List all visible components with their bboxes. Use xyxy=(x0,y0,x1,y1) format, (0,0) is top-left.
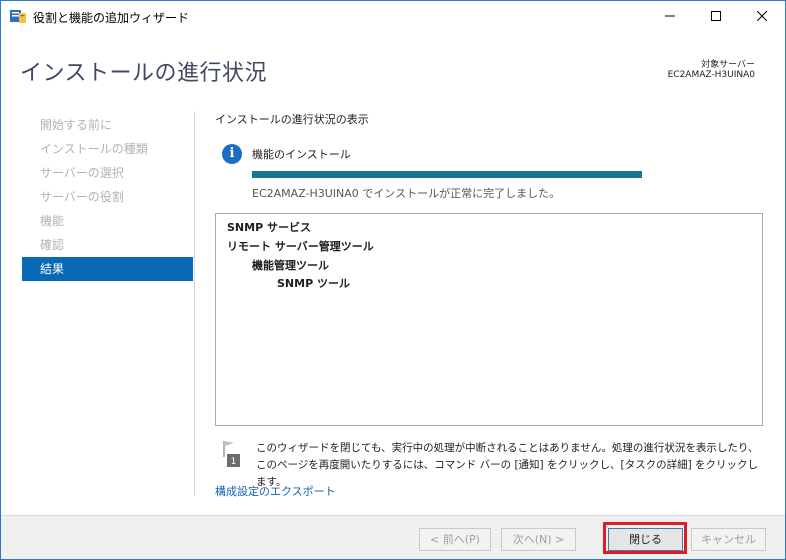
install-status-text: EC2AMAZ-H3UINA0 でインストールが正常に完了しました。 xyxy=(252,187,561,200)
close-window-button[interactable] xyxy=(739,1,785,31)
info-icon: i xyxy=(222,144,242,164)
wizard-header: インストールの進行状況 対象サーバー EC2AMAZ-H3UINA0 xyxy=(1,31,785,96)
nav-divider xyxy=(194,111,195,496)
minimize-button[interactable] xyxy=(647,1,693,31)
progress-bar xyxy=(252,171,642,178)
nav-item-installation-type[interactable]: インストールの種類 xyxy=(22,137,193,161)
minimize-icon xyxy=(665,15,675,17)
maximize-icon xyxy=(711,11,721,21)
nav-item-results[interactable]: 結果 xyxy=(22,257,193,281)
wizard-window: 役割と機能の追加ウィザード インストールの進行状況 対象サーバー EC2AMAZ… xyxy=(0,0,786,560)
results-list[interactable]: SNMP サービス リモート サーバー管理ツール 機能管理ツール SNMP ツー… xyxy=(215,213,763,426)
svg-text:1: 1 xyxy=(231,457,237,467)
result-item-rsat: リモート サーバー管理ツール xyxy=(227,240,374,253)
feature-install-label: 機能のインストール xyxy=(252,148,351,161)
result-item-snmp-service: SNMP サービス xyxy=(227,221,311,234)
section-heading: インストールの進行状況の表示 xyxy=(215,113,369,126)
window-title: 役割と機能の追加ウィザード xyxy=(33,11,190,25)
nav-item-server-roles[interactable]: サーバーの役割 xyxy=(22,185,193,209)
nav-item-confirmation[interactable]: 確認 xyxy=(22,233,193,257)
title-bar[interactable]: 役割と機能の追加ウィザード xyxy=(1,1,785,31)
close-button-highlight xyxy=(603,522,687,554)
wizard-nav: 開始する前に インストールの種類 サーバーの選択 サーバーの役割 機能 確認 結… xyxy=(22,113,193,281)
notification-flag-icon: 1 xyxy=(223,441,240,467)
export-config-link[interactable]: 構成設定のエクスポート xyxy=(215,483,336,499)
result-item-snmp-tools: SNMP ツール xyxy=(277,277,350,290)
nav-item-server-selection[interactable]: サーバーの選択 xyxy=(22,161,193,185)
nav-item-before-you-begin[interactable]: 開始する前に xyxy=(22,113,193,137)
close-icon xyxy=(757,11,767,21)
target-server-name: EC2AMAZ-H3UINA0 xyxy=(667,70,755,80)
progress-fill xyxy=(252,171,642,178)
page-title: インストールの進行状況 xyxy=(20,61,268,86)
nav-item-features[interactable]: 機能 xyxy=(22,209,193,233)
cancel-button[interactable]: キャンセル xyxy=(691,528,766,551)
next-button[interactable]: 次へ(N) > xyxy=(501,528,576,551)
target-server-label: 対象サーバー xyxy=(701,60,755,70)
server-manager-icon xyxy=(10,10,26,23)
previous-button[interactable]: < 前へ(P) xyxy=(419,528,491,551)
maximize-button[interactable] xyxy=(693,1,739,31)
result-item-feature-admin-tools: 機能管理ツール xyxy=(252,259,329,272)
